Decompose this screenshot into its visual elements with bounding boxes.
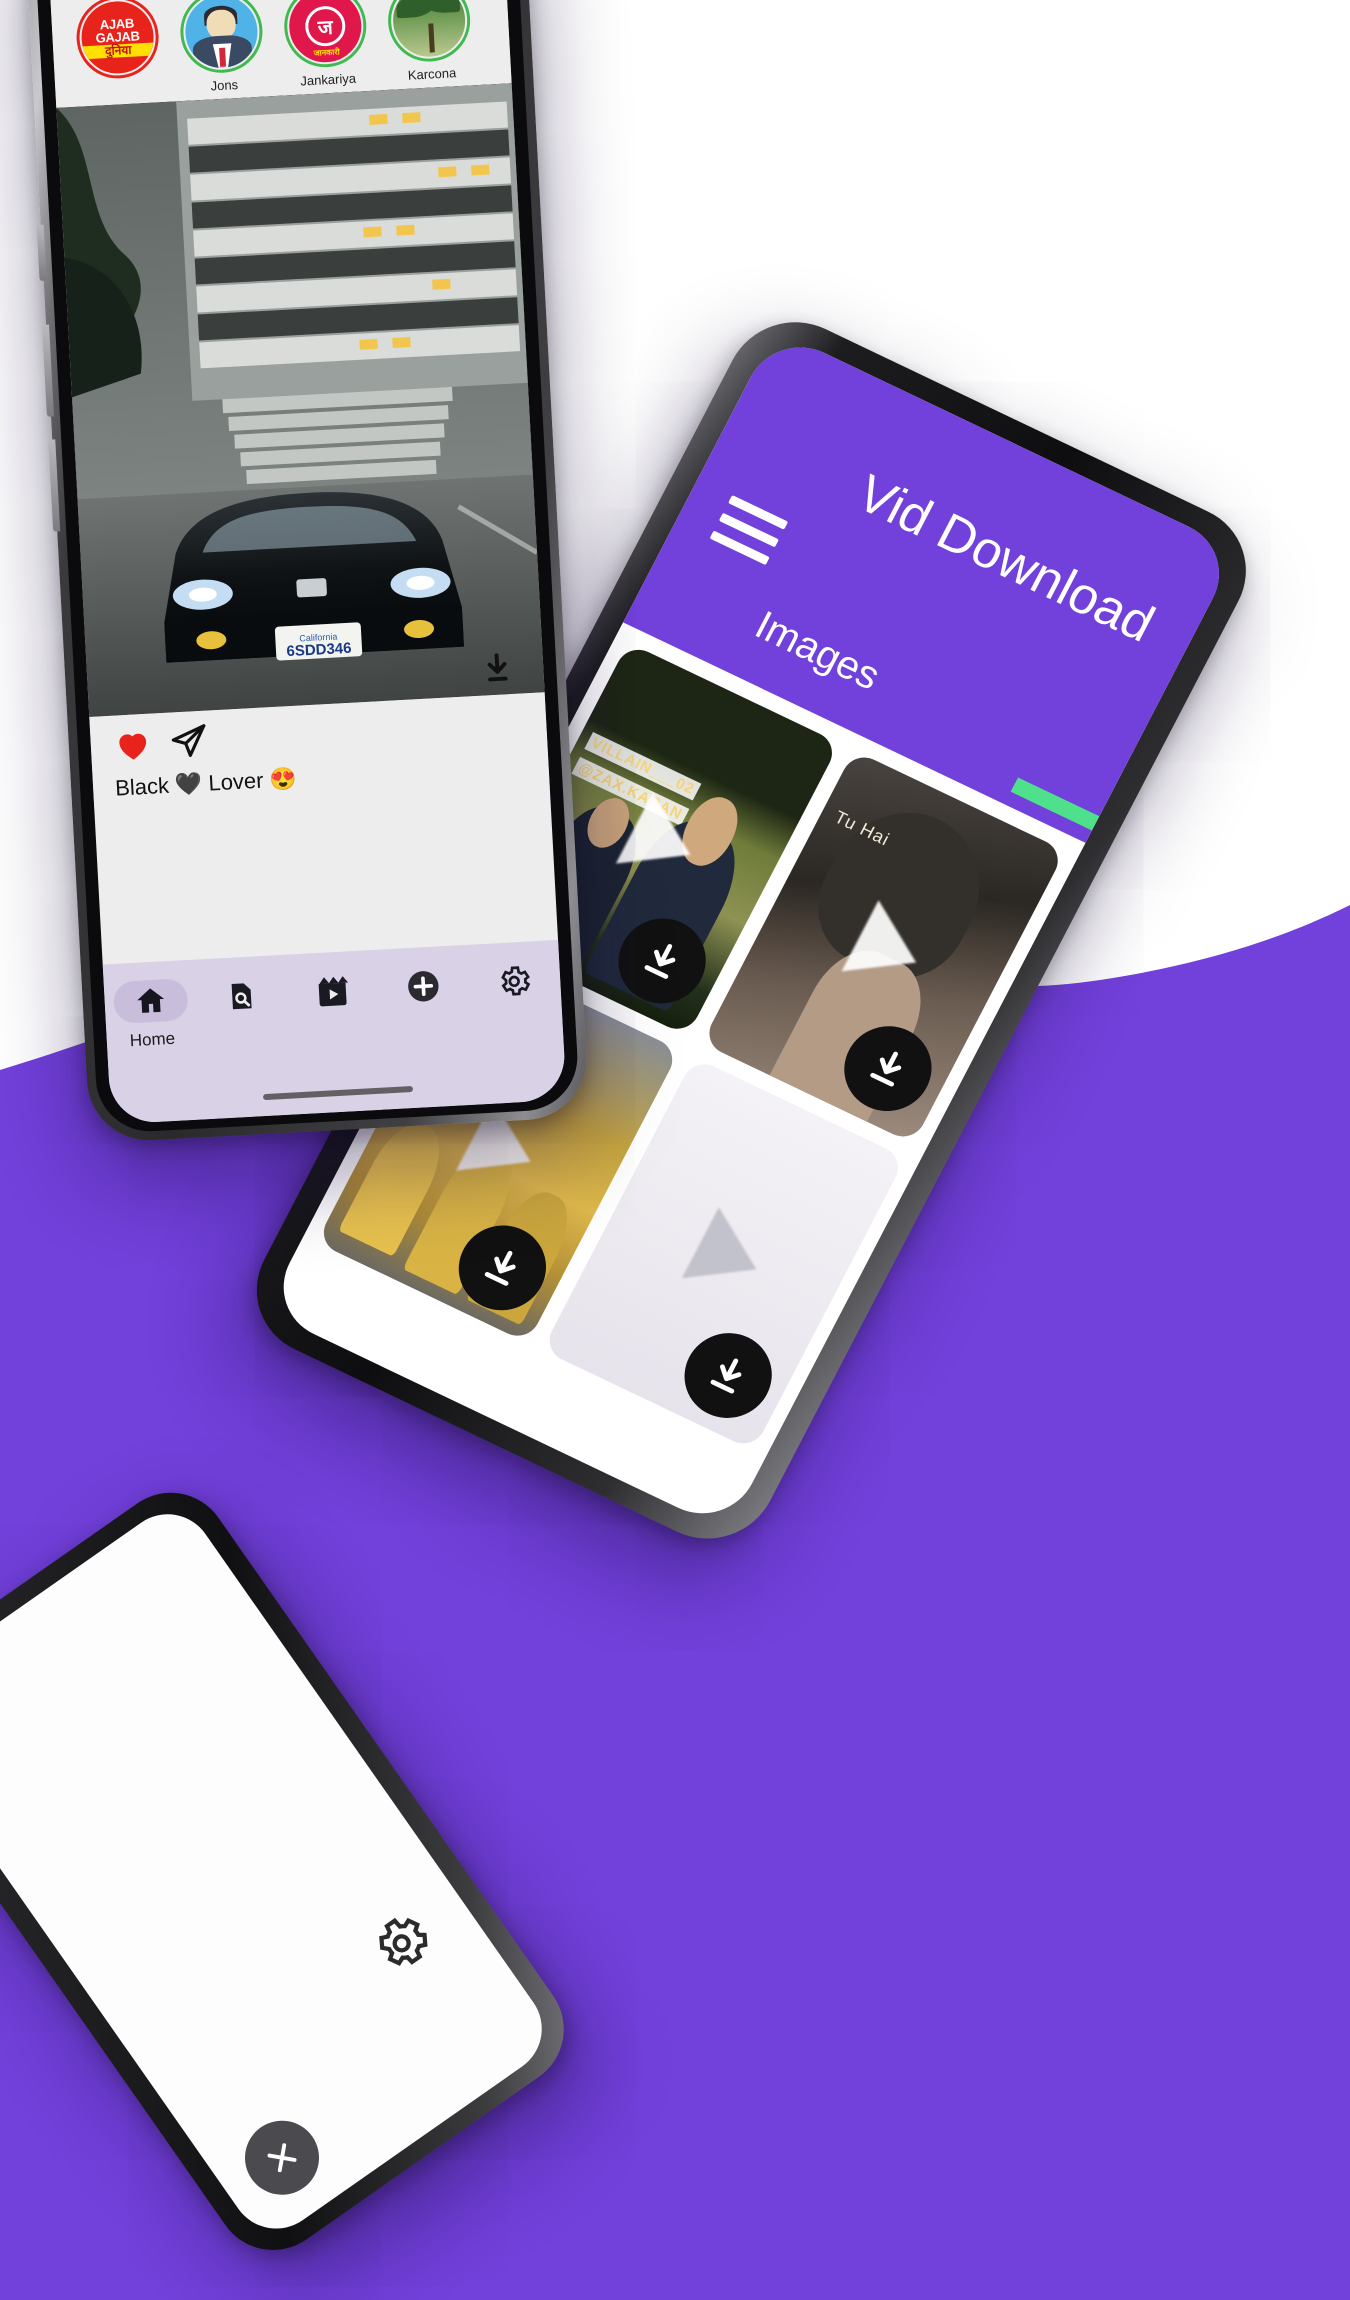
download-icon bbox=[644, 943, 676, 979]
hamburger-menu-icon[interactable] bbox=[709, 494, 789, 566]
story-ring bbox=[385, 0, 473, 64]
post-photo: California 6SDD346 bbox=[56, 83, 545, 717]
sidebar-item-reels[interactable] bbox=[294, 968, 371, 1022]
download-icon bbox=[710, 1358, 742, 1394]
avatar-text-2: GAJAB bbox=[95, 28, 140, 46]
download-icon bbox=[487, 653, 508, 682]
plus-circle-icon bbox=[408, 971, 439, 1002]
share-paper-plane-icon bbox=[171, 724, 206, 757]
download-media-button[interactable] bbox=[478, 650, 516, 688]
download-icon bbox=[484, 1250, 516, 1286]
story-item[interactable]: Karcona bbox=[380, 0, 479, 84]
sidebar-item-home[interactable]: Home bbox=[112, 978, 190, 1052]
right-app-title: Vid Download bbox=[847, 464, 1164, 654]
nav-pill bbox=[294, 968, 370, 1014]
download-icon bbox=[870, 1051, 902, 1087]
story-item[interactable]: Jons bbox=[172, 0, 271, 95]
nav-pill bbox=[203, 973, 279, 1019]
avatar: ज जानकारी bbox=[285, 0, 366, 67]
avatar: AJAB GAJAB दुनिया bbox=[77, 0, 158, 78]
gear-icon bbox=[379, 1917, 428, 1966]
sidebar-item-label: Home bbox=[129, 1028, 176, 1051]
nav-pill bbox=[476, 958, 552, 1004]
share-button[interactable] bbox=[168, 721, 210, 763]
main-phone-screen: Vid Download bbox=[45, 0, 567, 1125]
story-ring: ज जानकारी bbox=[282, 0, 369, 70]
avatar-text-3: दुनिया bbox=[82, 42, 155, 60]
avatar bbox=[389, 0, 470, 61]
post-media[interactable]: California 6SDD346 bbox=[56, 83, 545, 717]
main-phone-device: Vid Download bbox=[22, 0, 590, 1144]
story-label: Karcona bbox=[407, 65, 457, 83]
story-label: Jons bbox=[210, 76, 239, 94]
story-ring bbox=[178, 0, 265, 75]
story-item[interactable]: ज जानकारी Jankariya bbox=[276, 0, 375, 90]
svg-text:6SDD346: 6SDD346 bbox=[286, 640, 352, 660]
sidebar-item-settings[interactable] bbox=[476, 958, 553, 1012]
bottom-navigation: Home bbox=[102, 939, 567, 1125]
reels-icon bbox=[318, 976, 349, 1007]
promo-stage: Vid Download Images VILLAIN___02 @ZAX.KA… bbox=[0, 0, 1350, 2300]
tab-images[interactable]: Images bbox=[748, 603, 887, 699]
settings-button[interactable] bbox=[360, 1902, 444, 1986]
home-indicator bbox=[262, 1086, 414, 1101]
avatar bbox=[181, 0, 262, 72]
nav-pill bbox=[385, 963, 461, 1009]
story-label: Jankariya bbox=[299, 70, 357, 89]
sidebar-item-search[interactable] bbox=[203, 973, 280, 1027]
close-x-icon bbox=[267, 2143, 297, 2173]
story-ring: AJAB GAJAB दुनिया bbox=[74, 0, 161, 81]
home-icon bbox=[136, 988, 164, 1013]
avatar-mark: ज bbox=[304, 4, 347, 48]
download-button[interactable] bbox=[669, 1318, 787, 1433]
avatar-subtext: जानकारी bbox=[313, 47, 340, 58]
nav-pill-active bbox=[112, 978, 189, 1025]
gear-icon bbox=[501, 966, 531, 996]
story-item[interactable]: AJAB GAJAB दुनिया bbox=[68, 0, 167, 101]
play-icon[interactable] bbox=[681, 1207, 775, 1305]
close-button[interactable] bbox=[230, 2106, 334, 2210]
search-document-icon bbox=[231, 983, 252, 1010]
heart-icon bbox=[119, 733, 147, 760]
like-button[interactable] bbox=[112, 724, 154, 766]
sidebar-item-add[interactable] bbox=[385, 963, 462, 1017]
